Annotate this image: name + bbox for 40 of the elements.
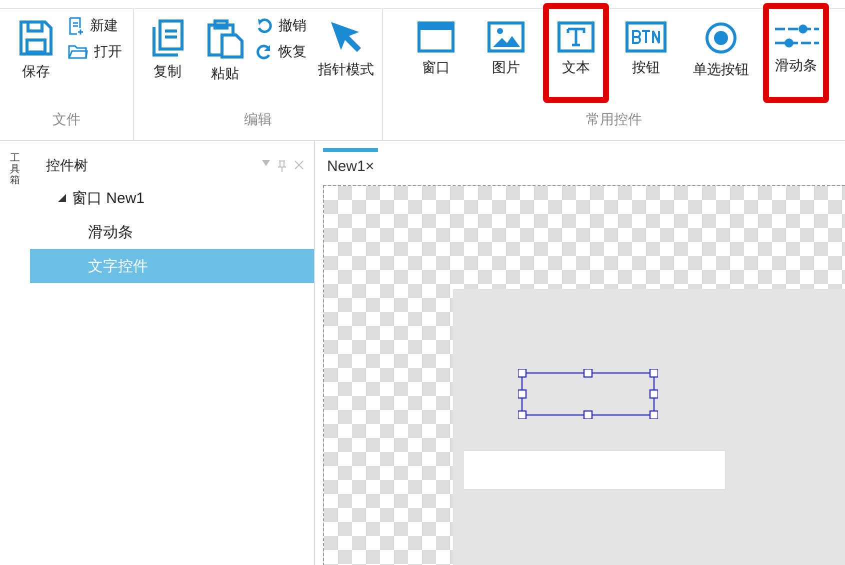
clipboard-icon [206,19,244,59]
copy-icon [150,19,185,57]
ribbon-button[interactable]: 复制 [142,3,194,103]
group-label: 编辑 [243,111,273,129]
document-tab[interactable]: New1× [323,148,378,177]
ribbon-button[interactable]: 滑动条 [763,3,829,103]
folder-icon [68,44,88,60]
ribbon-button[interactable]: 图片 [473,3,539,103]
ribbon-button[interactable]: 恢复 [256,43,306,61]
text-icon [557,21,595,53]
close-icon[interactable] [294,160,304,170]
tree-item[interactable]: 窗口 New1 [30,181,314,215]
image-icon [487,21,525,53]
tree-item[interactable]: 滑动条 [30,215,314,249]
panel-title: 控件树 [46,157,88,175]
undo-icon [256,18,272,34]
ribbon-button[interactable]: 单选按钮 [683,3,759,103]
expanded-icon[interactable] [58,194,66,202]
radio-icon [704,21,738,55]
group-label: 常用控件 [585,111,643,129]
btn-icon [625,21,667,53]
ribbon-button[interactable]: 撤销 [256,17,306,35]
document-icon [68,17,84,35]
window-icon [417,21,455,53]
ribbon-button[interactable]: 打开 [68,43,122,61]
ribbon-button[interactable]: 窗口 [403,3,469,103]
dropdown-icon[interactable] [262,160,270,166]
save-icon [18,19,54,57]
ribbon-button[interactable]: 文本 [543,3,609,103]
selected-text-control[interactable] [518,369,658,419]
ribbon-button[interactable]: 按钮 [613,3,679,103]
ribbon-button[interactable]: 保存 [8,3,64,103]
ribbon-button[interactable]: 粘贴 [197,3,252,103]
group-label: 文件 [52,111,82,129]
pin-icon[interactable] [278,160,286,172]
slider-control[interactable] [464,451,725,489]
redo-icon [256,44,272,60]
ribbon-button[interactable]: 指针模式 [310,3,382,103]
side-tab[interactable]: 工具箱 [10,153,20,186]
ribbon-button[interactable]: 新建 [68,17,122,35]
